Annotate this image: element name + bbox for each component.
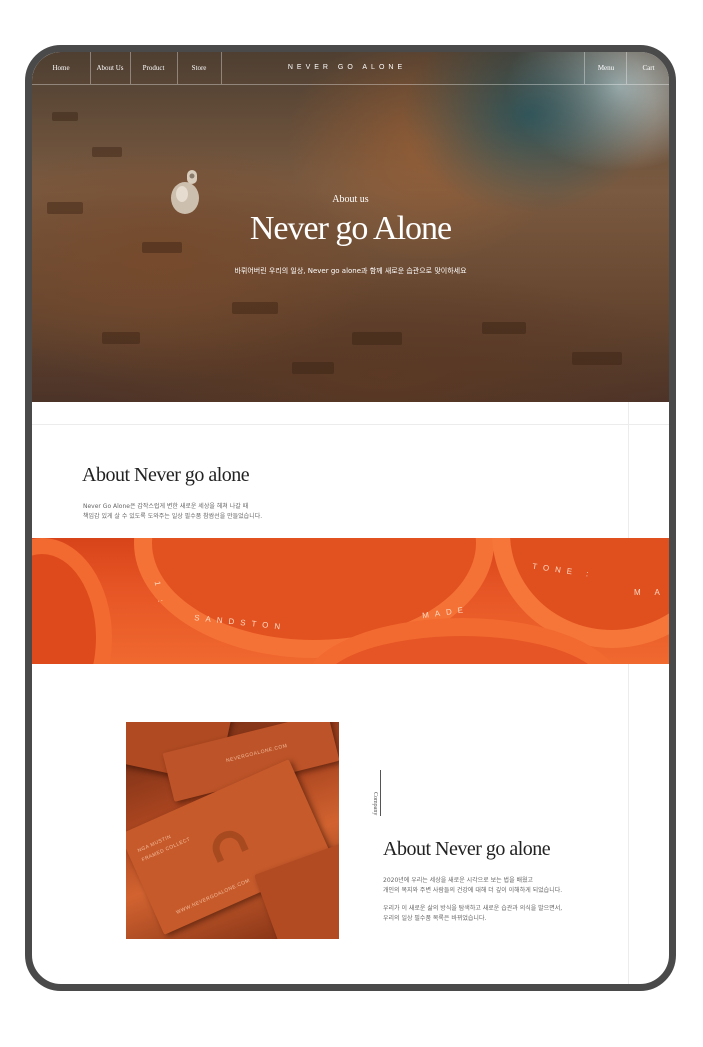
top-nav: Home About Us Product Store NEVER GO ALO… <box>32 52 669 85</box>
nav-about-us[interactable]: About Us <box>90 52 131 84</box>
company-paragraph-1: 2020년에 우리는 세상을 새로운 시각으로 보는 법을 배웠고 개인의 복지… <box>383 876 603 896</box>
nav-home[interactable]: Home <box>32 52 91 84</box>
about-description-line: 책임감 있게 살 수 있도록 도와주는 일상 필수품 참쌈선을 만들었습니다. <box>83 513 263 520</box>
nav-cart-label: Cart <box>642 64 655 72</box>
company-title: About Never go alone <box>383 838 551 860</box>
guide-line <box>32 424 669 425</box>
nav-menu-label: Menu <box>597 64 615 72</box>
product-banner-image: SANDSTON MADE TONE : M A 1 : <box>32 538 669 664</box>
business-cards-image: NEVERGOALONE.COM NGA MUSTIN FRAMED COLLE… <box>126 722 339 939</box>
screen: Home About Us Product Store NEVER GO ALO… <box>32 52 669 984</box>
company-paragraph-2: 우리가 이 새로운 삶의 방식을 탐색하고 새로운 습관과 의식을 발으면서, … <box>383 904 603 924</box>
card-text: WWW.NEVERGOALONE.COM <box>175 877 252 916</box>
ring-text: M A <box>634 588 666 597</box>
hero-section: Home About Us Product Store NEVER GO ALO… <box>32 52 669 402</box>
paragraph-line: 우리의 일상 필수품 목록은 바뀌었습니다. <box>383 915 487 922</box>
earbud-image <box>171 170 199 214</box>
nav-product[interactable]: Product <box>130 52 178 84</box>
nav-store-label: Store <box>191 64 207 72</box>
brand-logo-mark <box>207 825 249 863</box>
device-frame: Home About Us Product Store NEVER GO ALO… <box>25 45 676 991</box>
hero-subtitle: About us <box>332 194 369 205</box>
about-description: Never Go Alone은 갑작스럽게 변한 새로운 세상을 헤쳐 나갈 때… <box>83 502 343 522</box>
nav-menu[interactable]: Menu <box>584 52 627 84</box>
about-description-line: Never Go Alone은 갑작스럽게 변한 새로운 세상을 헤쳐 나갈 때 <box>83 503 249 510</box>
card-text: NEVERGOALONE.COM <box>225 742 289 765</box>
paragraph-line: 개인의 복지와 주변 사람들의 건강에 대해 더 깊이 이해하게 되었습니다. <box>383 887 563 894</box>
brand-logo[interactable]: NEVER GO ALONE <box>232 52 462 84</box>
about-title: About Never go alone <box>82 464 250 486</box>
company-vertical-label: Company <box>372 792 378 816</box>
guide-line <box>628 402 629 984</box>
nav-about-us-label: About Us <box>96 64 124 72</box>
orange-ring <box>32 538 112 664</box>
vertical-divider <box>380 770 381 816</box>
paragraph-line: 우리가 이 새로운 삶의 방식을 탐색하고 새로운 습관과 의식을 발으면서, <box>383 905 563 912</box>
nav-store[interactable]: Store <box>177 52 222 84</box>
hero-description: 바뤼어버린 우리의 일상, Never go alone과 함께 새로운 습관으… <box>234 267 467 275</box>
hero-title: Never go Alone <box>249 210 452 247</box>
nav-home-label: Home <box>52 64 70 72</box>
paragraph-line: 2020년에 우리는 세상을 새로운 시각으로 보는 법을 배웠고 <box>383 877 534 884</box>
nav-product-label: Product <box>142 64 165 72</box>
nav-cart[interactable]: Cart <box>626 52 669 84</box>
